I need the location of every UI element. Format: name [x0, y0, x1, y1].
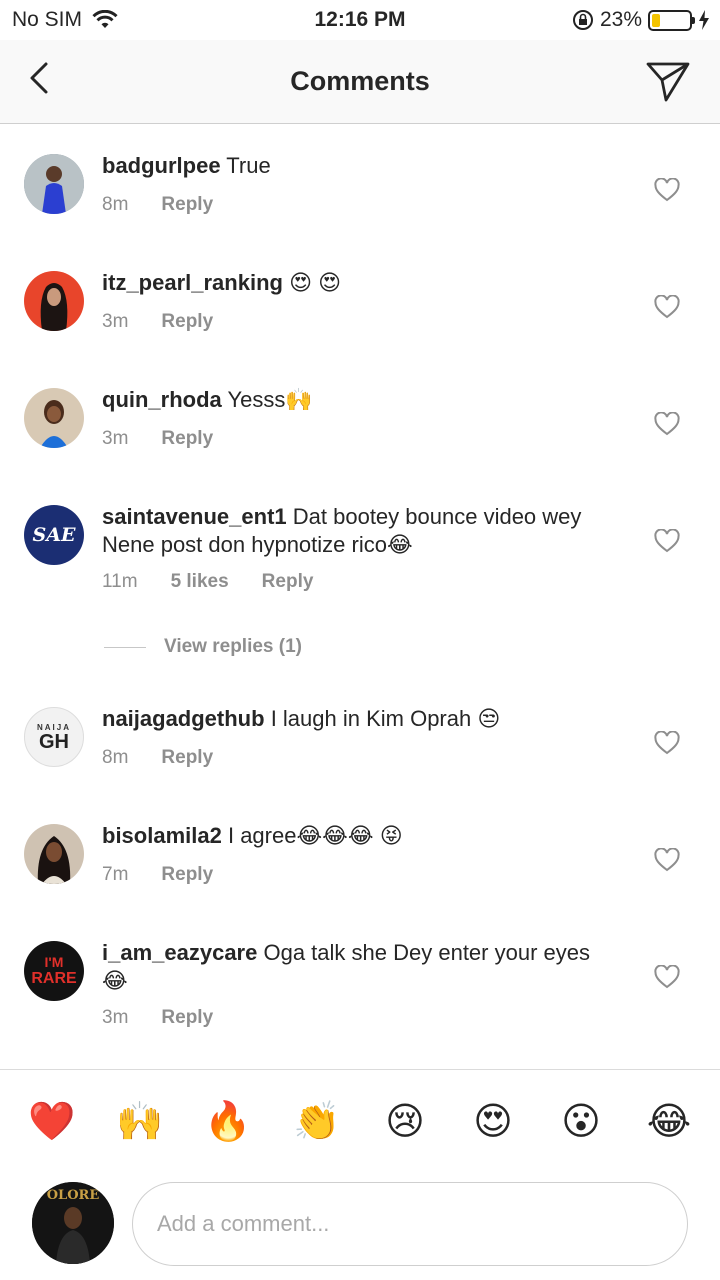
- like-heart-icon[interactable]: [654, 965, 680, 989]
- comment-username[interactable]: quin_rhoda: [102, 387, 222, 412]
- comment-username[interactable]: badgurlpee: [102, 153, 221, 178]
- comment-meta: 8m Reply: [102, 747, 213, 769]
- comment-body: I laugh in Kim Oprah 😒: [270, 706, 501, 731]
- comment-username[interactable]: naijagadgethub: [102, 706, 265, 731]
- header: Comments: [0, 40, 720, 124]
- like-heart-icon[interactable]: [654, 529, 680, 553]
- comment-time: 8m: [102, 194, 129, 215]
- comment-meta: 3m Reply: [102, 428, 213, 450]
- like-heart-icon[interactable]: [654, 412, 680, 436]
- divider: [0, 1069, 720, 1070]
- current-user-avatar: OLORE: [32, 1182, 114, 1264]
- status-right: 23%: [572, 8, 710, 32]
- avatar[interactable]: [24, 388, 84, 448]
- emoji-crying-button[interactable]: 😢: [381, 1098, 429, 1146]
- comment-meta: 11m 5 likes Reply: [102, 571, 313, 593]
- avatar[interactable]: NAIJA GH: [24, 707, 84, 767]
- comment-time: 7m: [102, 864, 129, 885]
- reply-button[interactable]: Reply: [161, 864, 213, 886]
- avatar[interactable]: SAE: [24, 505, 84, 565]
- reply-button[interactable]: Reply: [262, 571, 314, 593]
- orientation-lock-icon: [572, 10, 593, 30]
- comment-time: 11m: [102, 571, 138, 592]
- view-replies-link[interactable]: View replies (1): [104, 636, 302, 658]
- battery-icon: [648, 9, 695, 31]
- page-title: Comments: [290, 66, 430, 96]
- avatar[interactable]: [24, 271, 84, 331]
- like-heart-icon[interactable]: [654, 731, 680, 755]
- comment-meta: 3m Reply: [102, 311, 213, 333]
- comment-text: quin_rhoda Yesss🙌: [102, 386, 602, 414]
- like-heart-icon[interactable]: [654, 848, 680, 872]
- emoji-heart-button[interactable]: ❤️: [28, 1098, 76, 1146]
- emoji-fire-button[interactable]: 🔥: [204, 1098, 252, 1146]
- avatar-logo-text: OLORE: [47, 1188, 100, 1203]
- comment-body: 😍 😍: [289, 270, 342, 295]
- comment-time: 3m: [102, 1007, 129, 1028]
- comment-text: bisolamila2 I agree😂😂😂 😝: [102, 822, 602, 850]
- comment-username[interactable]: saintavenue_ent1: [102, 504, 287, 529]
- avatar-logo-text: I'M: [44, 954, 64, 970]
- comment-body: Yesss🙌: [227, 387, 313, 412]
- reply-button[interactable]: Reply: [161, 747, 213, 769]
- reply-button[interactable]: Reply: [161, 311, 213, 333]
- comment-text: naijagadgethub I laugh in Kim Oprah 😒: [102, 705, 602, 733]
- charging-icon: [699, 10, 709, 30]
- emoji-surprised-button[interactable]: 😮: [557, 1098, 605, 1146]
- like-heart-icon[interactable]: [654, 295, 680, 319]
- avatar-image: OLORE: [32, 1182, 114, 1264]
- comment-text: badgurlpee True: [102, 152, 602, 180]
- emoji-clap-button[interactable]: 👏: [293, 1098, 341, 1146]
- like-heart-icon[interactable]: [654, 178, 680, 202]
- battery-level: [652, 13, 661, 27]
- avatar-logo-text: GH: [39, 730, 69, 753]
- comment-body: True: [226, 153, 271, 178]
- comment-meta: 8m Reply: [102, 194, 213, 216]
- comment-text: i_am_eazycare Oga talk she Dey enter you…: [102, 939, 602, 995]
- avatar-logo-text: SAE: [32, 524, 76, 546]
- comment-meta: 3m Reply: [102, 1007, 213, 1029]
- battery-percent: 23%: [599, 8, 642, 31]
- avatar[interactable]: [24, 154, 84, 214]
- view-replies-label[interactable]: View replies (1): [164, 636, 302, 658]
- emoji-raised-hands-button[interactable]: 🙌: [116, 1098, 164, 1146]
- quick-emoji-bar: ❤️ 🙌 🔥 👏 😢 😍 😮 😂: [0, 1098, 720, 1148]
- comment-username[interactable]: itz_pearl_ranking: [102, 270, 283, 295]
- emoji-heart-eyes-button[interactable]: 😍: [469, 1098, 517, 1146]
- direct-send-icon[interactable]: [644, 56, 692, 104]
- reply-button[interactable]: Reply: [161, 1007, 213, 1029]
- comment-input[interactable]: [132, 1182, 688, 1266]
- status-bar: No SIM 12:16 PM 23%: [0, 0, 720, 40]
- avatar[interactable]: [24, 824, 84, 884]
- comment-time: 3m: [102, 428, 129, 449]
- comment-username[interactable]: bisolamila2: [102, 823, 222, 848]
- comment-time: 8m: [102, 747, 129, 768]
- comment-body: I agree😂😂😂 😝: [227, 823, 403, 848]
- comment-meta: 7m Reply: [102, 864, 213, 886]
- likes-count[interactable]: 5 likes: [171, 571, 229, 593]
- comment-time: 3m: [102, 311, 129, 332]
- reply-button[interactable]: Reply: [161, 428, 213, 450]
- comment-text: itz_pearl_ranking 😍 😍: [102, 269, 602, 297]
- avatar[interactable]: I'M RARE: [24, 941, 84, 1001]
- avatar-logo-text: RARE: [31, 970, 77, 987]
- emoji-laughing-button[interactable]: 😂: [645, 1098, 693, 1146]
- comment-text: saintavenue_ent1 Dat bootey bounce video…: [102, 503, 602, 559]
- comment-username[interactable]: i_am_eazycare: [102, 940, 257, 965]
- divider: [104, 646, 146, 648]
- reply-button[interactable]: Reply: [161, 194, 213, 216]
